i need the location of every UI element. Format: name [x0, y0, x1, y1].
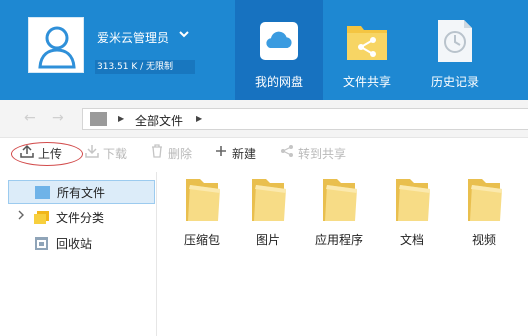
move-to-share-label: 转到共享 — [298, 147, 347, 161]
username: 爱米云管理员 — [97, 31, 170, 45]
delete-button[interactable]: 删除 — [150, 144, 192, 164]
folder-icon — [90, 112, 107, 126]
download-button[interactable]: 下载 — [85, 144, 127, 164]
back-arrow-icon[interactable]: ← — [24, 110, 36, 126]
clock-document-icon — [432, 20, 478, 62]
share-folder-icon — [344, 20, 390, 62]
folder-item-applications[interactable]: 应用程序 — [303, 177, 375, 247]
tab-label: 历史记录 — [430, 75, 479, 89]
move-to-share-button[interactable]: 转到共享 — [280, 144, 346, 164]
cloud-icon — [256, 20, 302, 62]
user-silhouette-icon — [38, 26, 76, 69]
breadcrumb-all-files[interactable]: 全部文件 — [135, 112, 183, 129]
folder-item-pictures[interactable]: 图片 — [232, 177, 304, 247]
folder-icon — [468, 179, 502, 221]
download-icon — [85, 144, 99, 164]
new-label: 新建 — [232, 147, 257, 161]
app-header: 爱米云管理员 313.51 K / 无限制 我的网盘 文件共享 历史记录 — [0, 0, 528, 100]
folder-item-videos[interactable]: 视频 — [448, 177, 520, 247]
sidebar-item-categories[interactable]: 文件分类 — [8, 206, 155, 230]
chevron-right-icon[interactable] — [17, 206, 25, 230]
forward-arrow-icon[interactable]: → — [52, 110, 64, 126]
delete-label: 删除 — [168, 147, 193, 161]
share-icon — [280, 144, 294, 164]
category-icon — [34, 211, 49, 224]
file-name: 图片 — [255, 233, 280, 247]
tab-label: 文件共享 — [342, 75, 391, 89]
sidebar-item-label: 回收站 — [56, 237, 93, 251]
new-button[interactable]: 新建 — [214, 144, 256, 164]
chevron-down-icon[interactable] — [178, 28, 190, 43]
tab-my-disk[interactable]: 我的网盘 — [235, 0, 323, 100]
folder-icon — [323, 179, 357, 221]
file-name: 应用程序 — [314, 233, 363, 247]
chevron-right-icon[interactable]: ▶ — [118, 111, 124, 127]
sidebar-item-recycle-bin[interactable]: 回收站 — [8, 232, 155, 256]
folder-icon — [396, 179, 430, 221]
folder-item-documents[interactable]: 文档 — [376, 177, 448, 247]
folder-icon — [186, 179, 220, 221]
folder-item-archives[interactable]: 压缩包 — [166, 177, 238, 247]
breadcrumb: ▶ 全部文件 ▶ — [82, 108, 528, 130]
sidebar-item-all-files[interactable]: 所有文件 — [8, 180, 155, 204]
user-avatar[interactable] — [28, 17, 84, 73]
path-bar: ← → ▶ 全部文件 ▶ — [0, 100, 528, 138]
trash-icon — [150, 144, 164, 164]
sidebar: 所有文件 文件分类 回收站 — [0, 172, 157, 336]
tab-history[interactable]: 历史记录 — [411, 0, 499, 100]
upload-highlight-circle — [11, 142, 83, 166]
sidebar-item-label: 文件分类 — [56, 211, 105, 225]
recycle-bin-icon — [35, 237, 48, 250]
tab-label: 我的网盘 — [254, 75, 303, 89]
tab-file-share[interactable]: 文件共享 — [323, 0, 411, 100]
file-name: 文档 — [399, 233, 424, 247]
folder-icon — [35, 186, 50, 199]
plus-icon — [214, 144, 228, 164]
chevron-right-icon[interactable]: ▶ — [196, 111, 202, 127]
download-label: 下载 — [103, 147, 128, 161]
file-name: 压缩包 — [183, 233, 220, 247]
sidebar-item-label: 所有文件 — [57, 186, 106, 200]
file-name: 视频 — [471, 233, 496, 247]
storage-quota: 313.51 K / 无限制 — [95, 60, 195, 74]
file-grid: 压缩包 图片 应用程序 文档 视频 — [158, 172, 528, 336]
folder-icon — [252, 179, 286, 221]
